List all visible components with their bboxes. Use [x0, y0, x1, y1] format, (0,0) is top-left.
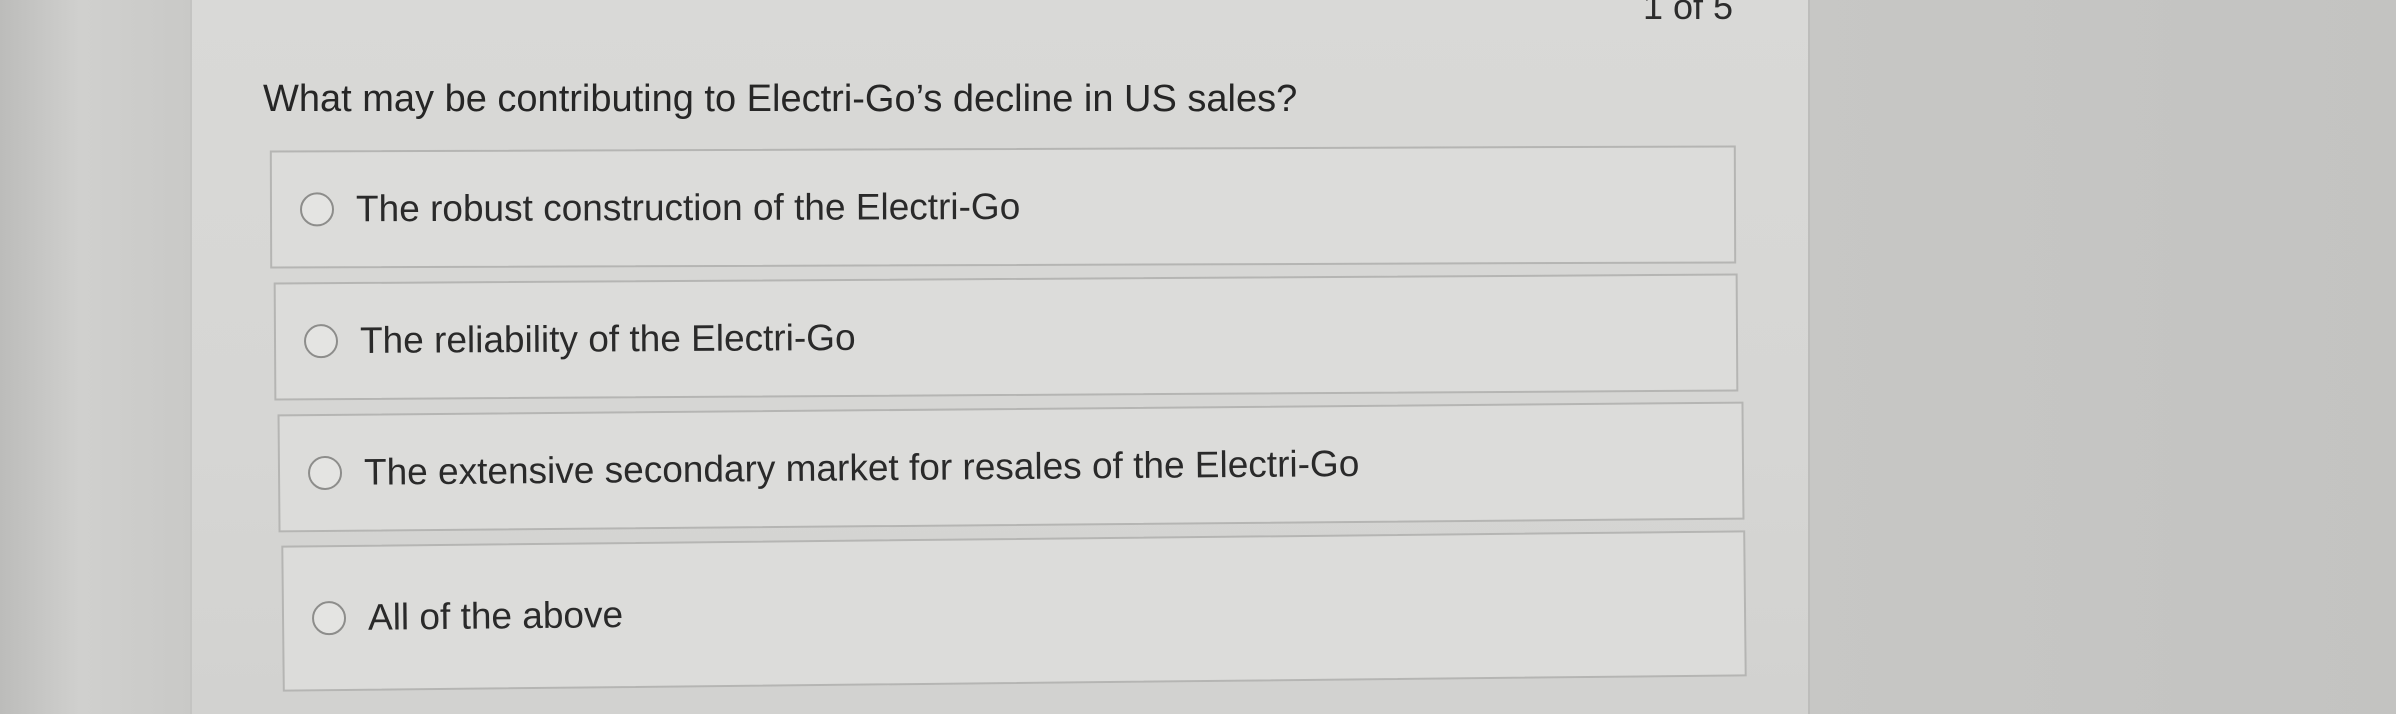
answer-option-label: All of the above	[367, 594, 624, 638]
radio-button-icon[interactable]	[311, 600, 347, 636]
radio-button-icon[interactable]	[307, 455, 343, 491]
answer-options: The robust construction of the Electri-G…	[0, 0, 2396, 714]
answer-option-2[interactable]: The reliability of the Electri-Go	[273, 273, 1739, 401]
answer-option-1[interactable]: The robust construction of the Electri-G…	[269, 145, 1737, 269]
answer-option-label: The reliability of the Electri-Go	[359, 316, 856, 361]
answer-option-4[interactable]: All of the above	[281, 530, 1747, 692]
answer-option-label: The robust construction of the Electri-G…	[355, 185, 1021, 230]
radio-button-icon[interactable]	[299, 192, 335, 227]
radio-button-icon[interactable]	[303, 324, 339, 359]
answer-option-label: The extensive secondary market for resal…	[363, 442, 1360, 493]
answer-option-3[interactable]: The extensive secondary market for resal…	[277, 401, 1745, 533]
